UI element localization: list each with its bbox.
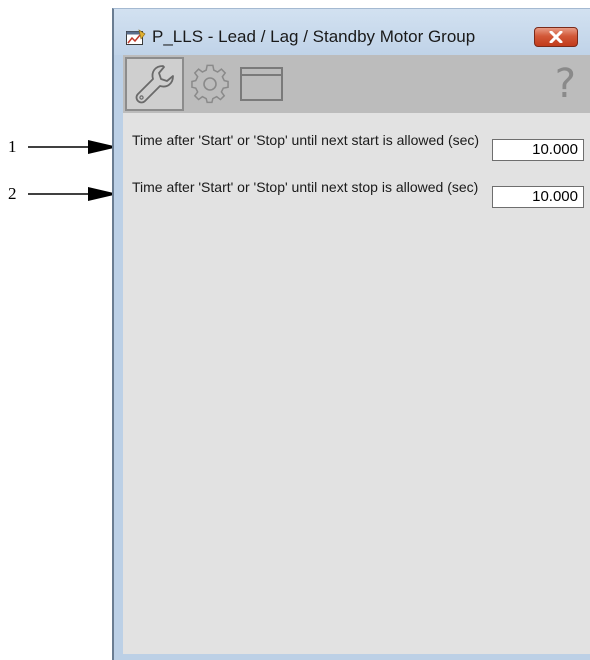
parameter-label: Time after 'Start' or 'Stop' until next … <box>132 132 480 148</box>
callout-2: 2 <box>0 184 120 204</box>
faceplate-content: ? Time after 'Start' or 'Stop' until nex… <box>123 55 590 654</box>
callout-arrow-icon <box>28 140 118 154</box>
parameter-label: Time after 'Start' or 'Stop' until next … <box>132 179 479 195</box>
callout-arrow-icon <box>28 187 118 201</box>
parameter-row: Time after 'Start' or 'Stop' until next … <box>132 179 586 223</box>
start-delay-input[interactable]: 10.000 <box>492 139 584 161</box>
tab-engineering[interactable] <box>125 57 184 111</box>
stop-delay-input[interactable]: 10.000 <box>492 186 584 208</box>
title-bar[interactable]: P_LLS - Lead / Lag / Standby Motor Group <box>114 9 590 55</box>
callout-number: 1 <box>8 137 17 156</box>
wrench-icon <box>135 65 174 104</box>
faceplate-window: P_LLS - Lead / Lag / Standby Motor Group <box>112 8 590 660</box>
tab-configuration[interactable] <box>236 57 288 111</box>
tab-parameters[interactable] <box>186 57 234 111</box>
window-title: P_LLS - Lead / Lag / Standby Motor Group <box>152 27 476 46</box>
callout-1: 1 <box>0 137 120 157</box>
faceplate-app-icon <box>126 29 146 45</box>
callout-number: 2 <box>8 184 17 203</box>
help-button[interactable]: ? <box>555 61 576 107</box>
toolbar: ? <box>123 55 590 113</box>
gear-icon <box>191 64 229 104</box>
parameter-row: Time after 'Start' or 'Stop' until next … <box>132 132 586 176</box>
close-icon <box>549 31 563 43</box>
close-button[interactable] <box>534 27 578 47</box>
window-icon <box>240 67 283 101</box>
